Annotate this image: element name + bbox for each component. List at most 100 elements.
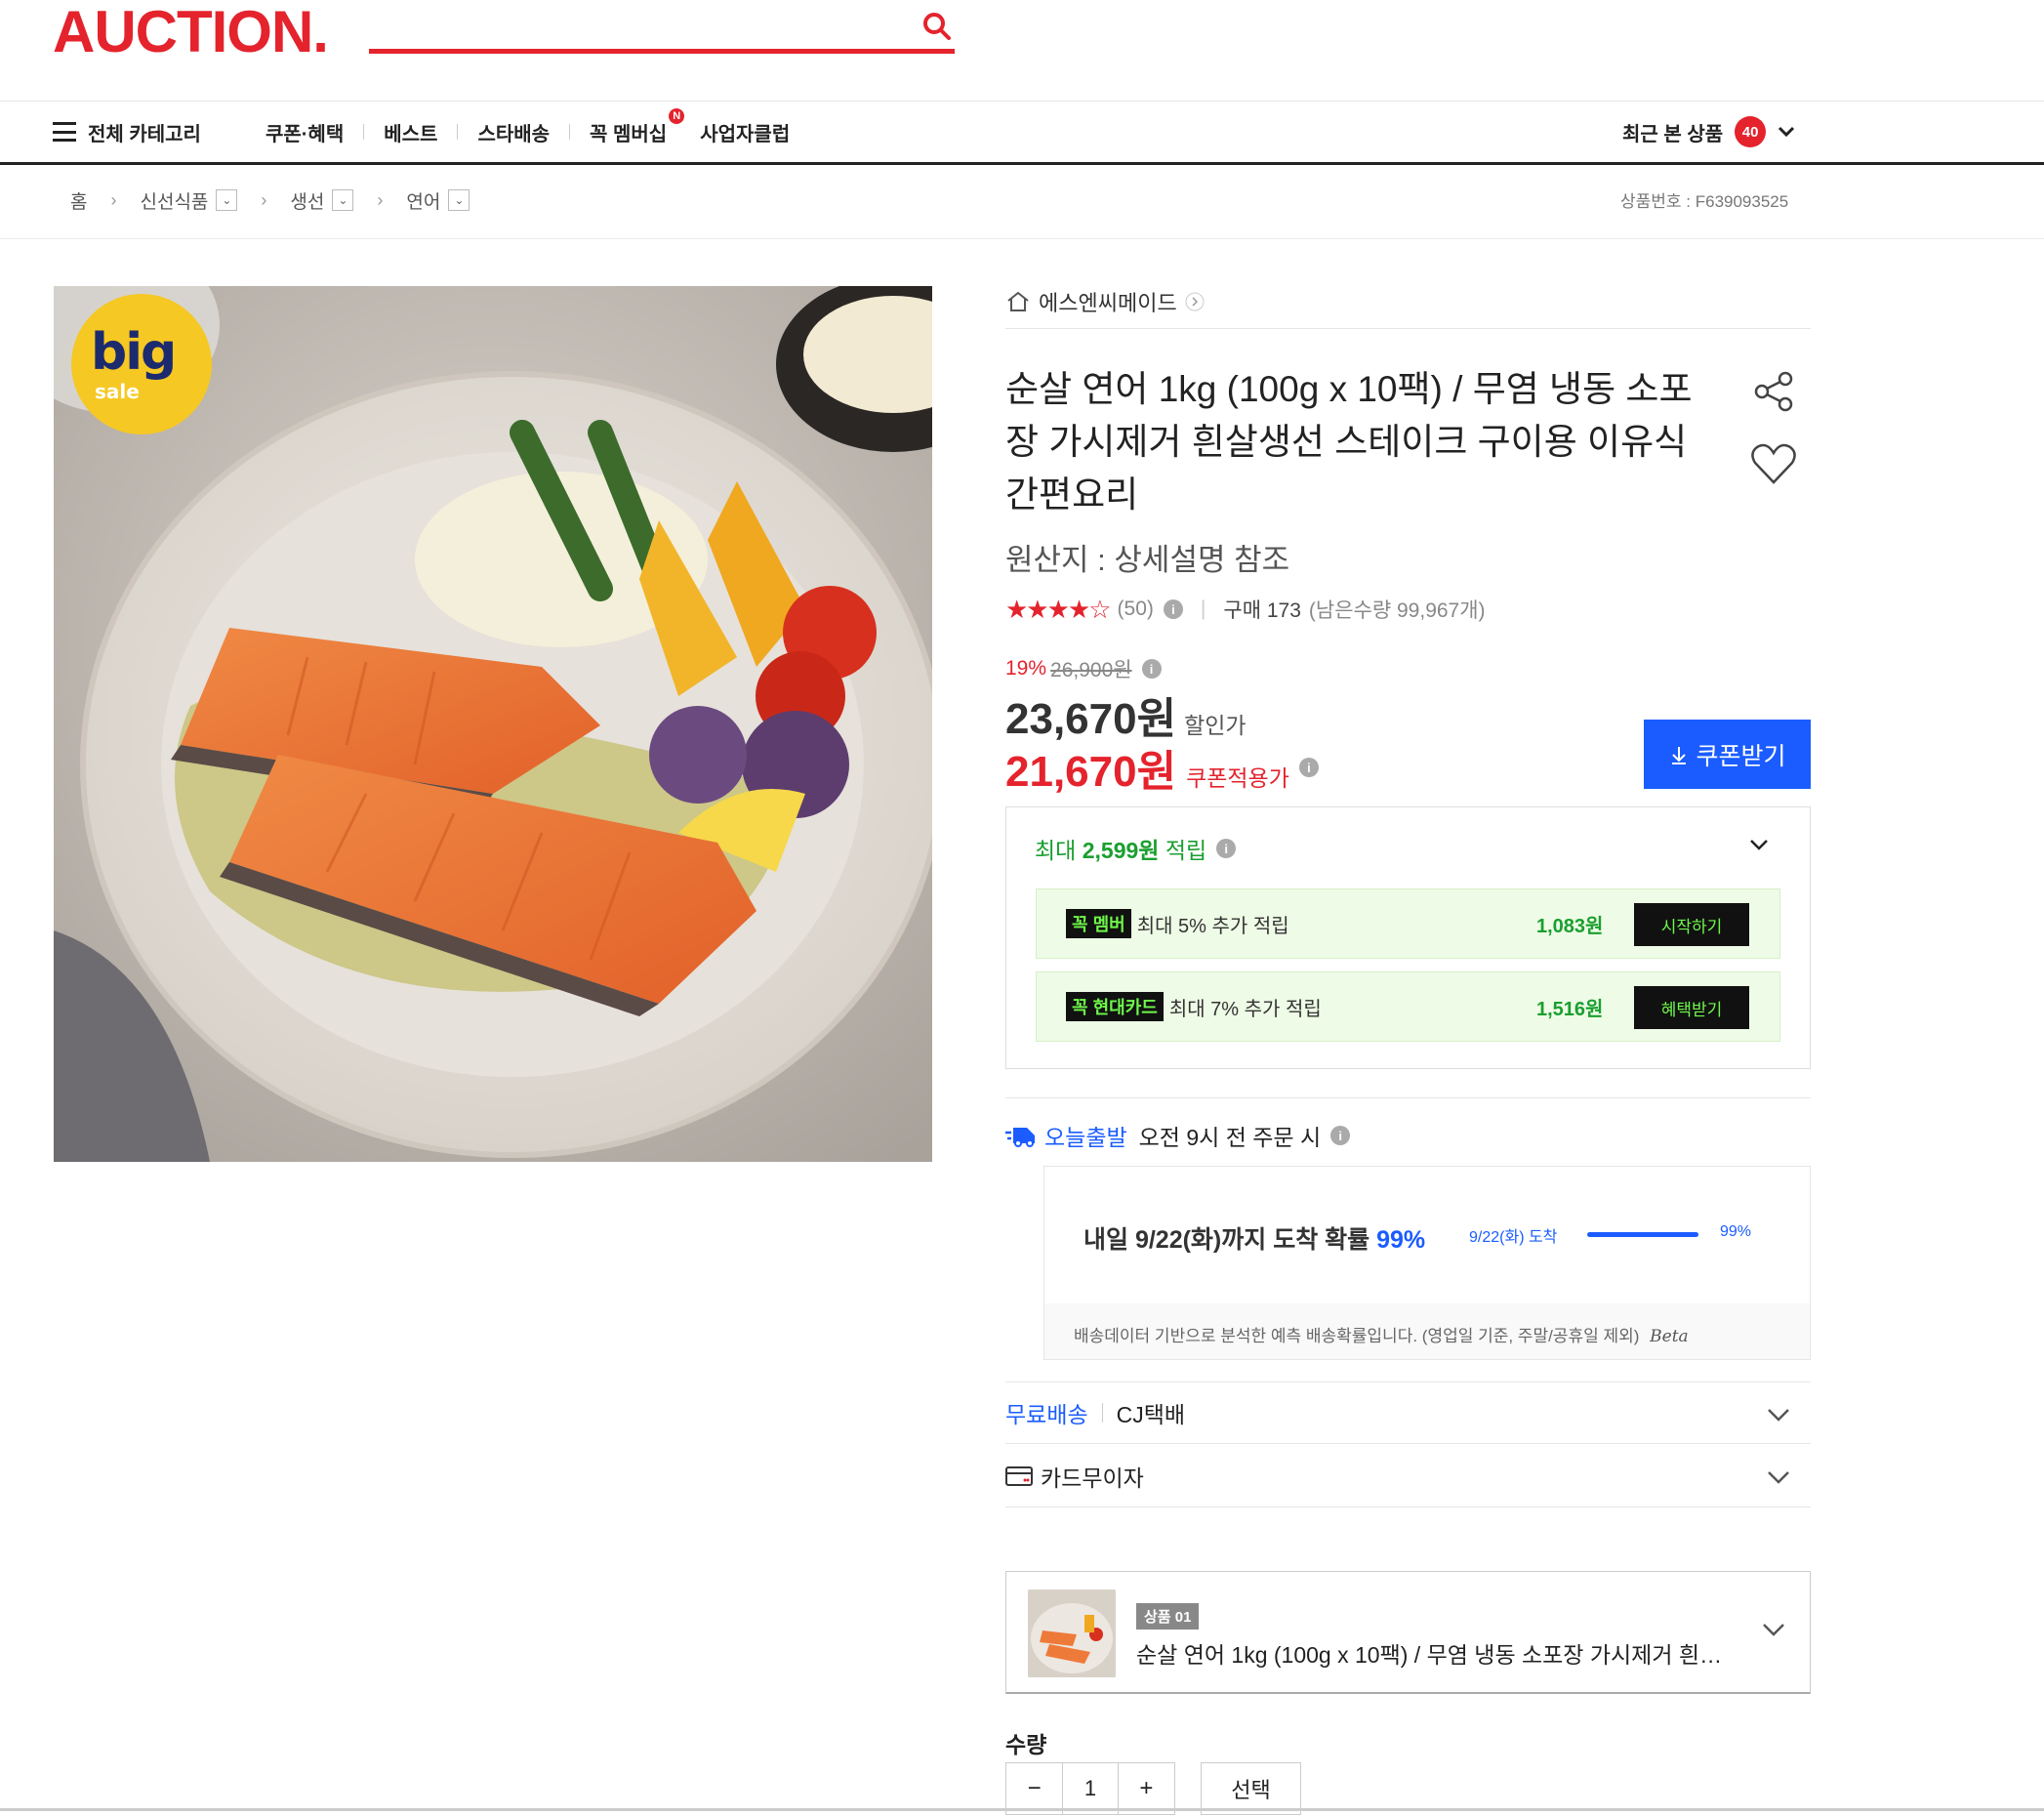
info-icon[interactable]: i <box>1298 758 1319 777</box>
beta-label: Beta <box>1650 1327 1689 1346</box>
nav-underline <box>0 162 2044 165</box>
nav-all-categories[interactable]: 전체 카테고리 <box>53 118 221 146</box>
nav-label: 베스트 <box>384 123 438 145</box>
sale-price-label: 할인가 <box>1184 713 1247 738</box>
salmon-thumbnail-illustration <box>1028 1589 1116 1677</box>
breadcrumb: 홈 › 신선식품 ⌄ › 생선 ⌄ › 연어 ⌄ <box>70 182 470 219</box>
heart-icon[interactable] <box>1749 441 1798 486</box>
max-reward[interactable]: 최대 2,599원 적립 i <box>1035 832 1237 865</box>
reward-amount: 2,599원 <box>1082 838 1160 863</box>
main-nav: 전체 카테고리 쿠폰·혜택 베스트 스타배송 꼭 멤버십 N 사업자클럽 <box>53 102 809 162</box>
quantity-input[interactable]: 1 <box>1062 1763 1119 1814</box>
product-title: 순살 연어 1kg (100g x 10팩) / 무염 냉동 소포장 가시제거 … <box>1005 369 1693 515</box>
truck-icon <box>1005 1128 1035 1147</box>
shipping-row[interactable]: 무료배송 CJ택배 <box>1005 1382 1811 1444</box>
carrier-name: CJ택배 <box>1116 1402 1186 1427</box>
info-icon[interactable]: i <box>1163 599 1183 619</box>
chevron-right-icon: › <box>377 189 384 210</box>
benefit-amount: 1,516원 <box>1536 998 1604 1020</box>
info-icon[interactable]: i <box>1216 839 1237 858</box>
benefit-text: 최대 5% 추가 적립 <box>1136 915 1289 937</box>
tag-name: 멤버 <box>1092 915 1125 934</box>
search-input[interactable] <box>369 49 955 54</box>
original-price: 26,900원 <box>1050 659 1132 681</box>
nav-label: 쿠폰·혜택 <box>265 123 345 145</box>
product-image[interactable]: big sale <box>54 286 932 1162</box>
rating-row: ★★★★☆ (50) i | 구매 173 (남은수량 99,967개) <box>1005 592 1811 627</box>
nav-label: 스타배송 <box>477 123 551 145</box>
divider <box>0 238 2044 239</box>
product-number: 상품번호 : F639093525 <box>1620 192 1789 211</box>
share-icon[interactable] <box>1752 369 1797 414</box>
chevron-right-icon <box>1185 292 1205 311</box>
quantity-label: 수량 <box>1005 1732 1047 1757</box>
today-text: 오전 9시 전 주문 시 <box>1138 1125 1322 1150</box>
today-label: 오늘출발 <box>1044 1125 1127 1150</box>
membership-benefit-row: 꼭 멤버 최대 5% 추가 적립 1,083원 시작하기 <box>1036 888 1780 959</box>
seller-link[interactable]: 에스엔씨메이드 <box>1005 285 1811 318</box>
breadcrumb-fresh-food[interactable]: 신선식품 <box>140 187 208 214</box>
select-button[interactable]: 선택 <box>1201 1762 1301 1815</box>
search-icon[interactable] <box>922 12 952 41</box>
card-installment-row[interactable]: 카드무이자 <box>1005 1445 1811 1507</box>
note-text: 배송데이터 기반으로 분석한 예측 배송확률입니다. (영업일 기준, 주말/공… <box>1074 1327 1640 1345</box>
nav-label: 전체 카테고리 <box>88 123 201 145</box>
nav-membership[interactable]: 꼭 멤버십 N <box>570 107 700 146</box>
tag-name: 현대카드 <box>1092 998 1158 1017</box>
chevron-down-icon <box>1778 126 1795 138</box>
breadcrumb-home[interactable]: 홈 <box>70 187 87 214</box>
chevron-down-icon[interactable] <box>1761 1617 1786 1642</box>
menu-icon <box>53 122 76 142</box>
reward-suffix: 적립 <box>1159 838 1207 863</box>
home-icon <box>1007 291 1029 311</box>
probability-bar <box>1587 1232 1698 1237</box>
sale-badge-text: sale <box>95 380 140 403</box>
card-installment-label: 카드무이자 <box>1041 1465 1144 1491</box>
dropdown-icon[interactable]: ⌄ <box>448 189 470 211</box>
increase-button[interactable]: + <box>1119 1763 1174 1814</box>
breadcrumb-fish[interactable]: 생선 <box>290 187 324 214</box>
info-icon[interactable]: i <box>1141 659 1162 679</box>
nav-business-club[interactable]: 사업자클럽 <box>700 118 809 146</box>
coupon-price: 21,670원 <box>1005 748 1177 796</box>
divider <box>1005 328 1811 329</box>
recent-count-badge: 40 <box>1735 116 1767 147</box>
nav-coupon[interactable]: 쿠폰·혜택 <box>246 118 363 146</box>
nav-star-delivery[interactable]: 스타배송 <box>458 118 569 146</box>
decrease-button[interactable]: − <box>1006 1763 1062 1814</box>
get-benefit-button[interactable]: 혜택받기 <box>1634 986 1749 1029</box>
coupon-button-label: 쿠폰받기 <box>1696 742 1786 770</box>
option-number-tag: 상품 01 <box>1136 1603 1200 1630</box>
recent-viewed[interactable]: 최근 본 상품 40 <box>1622 102 1797 162</box>
coupon-price-label: 쿠폰적용가 <box>1186 765 1289 791</box>
dropdown-icon[interactable]: ⌄ <box>216 189 238 211</box>
get-coupon-button[interactable]: 쿠폰받기 <box>1644 720 1811 789</box>
info-icon[interactable]: i <box>1330 1126 1351 1145</box>
salmon-plate-illustration <box>54 286 932 1162</box>
today-shipping: 오늘출발 오전 9시 전 주문 시 i <box>1005 1119 1351 1152</box>
scroll-edge <box>0 1808 2044 1811</box>
breadcrumb-salmon[interactable]: 연어 <box>406 187 440 214</box>
review-count[interactable]: (50) <box>1118 598 1154 621</box>
arrival-probability: 내일 9/22(화)까지 도착 확률 99% <box>1083 1220 1425 1256</box>
origin-info: 원산지 : 상세설명 참조 <box>1005 543 1290 577</box>
quantity-stepper: − 1 + <box>1005 1762 1175 1815</box>
start-button[interactable]: 시작하기 <box>1634 903 1749 946</box>
tag-prefix: 꼭 <box>1072 998 1088 1017</box>
separator <box>1101 1403 1103 1423</box>
chevron-right-icon: › <box>110 189 117 210</box>
discount-percent: 19% <box>1005 657 1047 680</box>
nav-best[interactable]: 베스트 <box>364 118 457 146</box>
chevron-down-icon[interactable] <box>1747 833 1771 856</box>
seller-name: 에스엔씨메이드 <box>1039 291 1177 315</box>
benefit-text: 최대 7% 추가 적립 <box>1168 998 1322 1020</box>
recent-label: 최근 본 상품 <box>1622 123 1724 145</box>
membership-tag: 꼭 멤버 <box>1066 909 1131 938</box>
dropdown-icon[interactable]: ⌄ <box>332 189 354 211</box>
option-select[interactable] <box>1005 1571 1811 1694</box>
discount-row: 19% 26,900원 i <box>1005 654 1811 683</box>
probability-percent: 99% <box>1720 1223 1752 1240</box>
star-rating-icon: ★★★★☆ <box>1005 594 1112 624</box>
auction-logo[interactable]: AUCTION. <box>53 0 329 64</box>
chevron-right-icon: › <box>261 189 267 210</box>
